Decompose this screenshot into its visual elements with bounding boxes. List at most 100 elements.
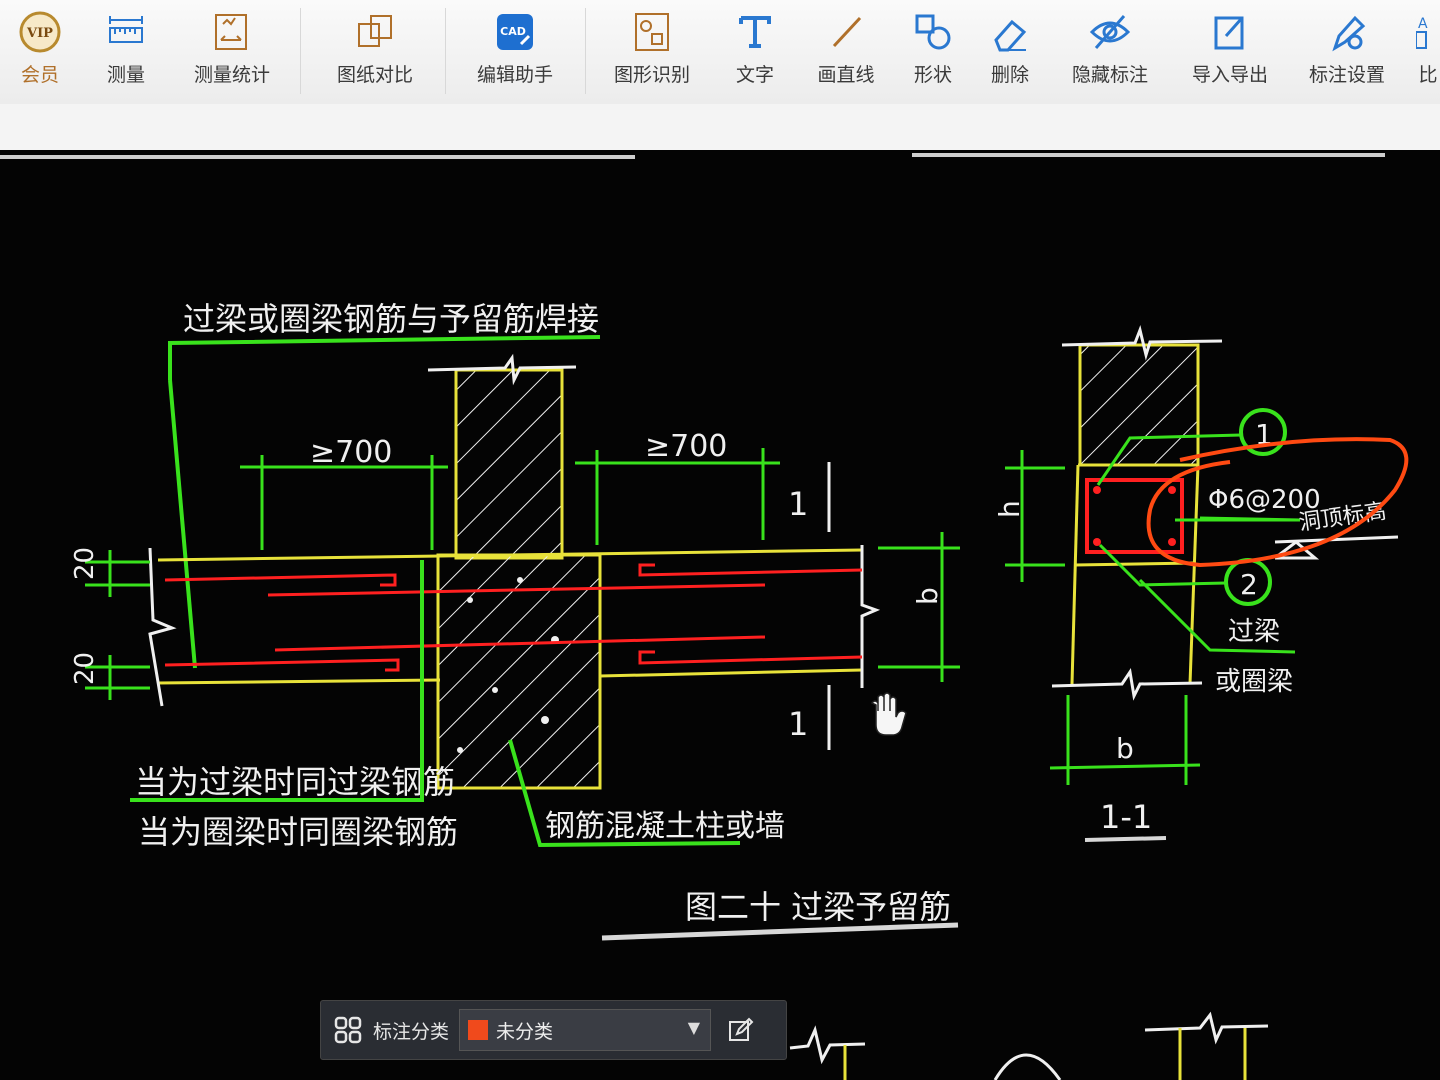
dim-20-top: 20 [70, 547, 100, 580]
concrete-dot [457, 747, 463, 753]
grid-icon[interactable] [333, 1015, 363, 1045]
section-mark-bottom: 1 [788, 705, 808, 743]
dim-line [1049, 763, 1201, 770]
stirrup [1085, 478, 1184, 554]
text-tool-label: 文字 [735, 64, 774, 86]
more-label: 比 [1418, 64, 1438, 86]
hide-annotation-button[interactable]: 隐藏标注 [1060, 6, 1160, 98]
shape-icon [915, 14, 951, 50]
text-icon [739, 16, 771, 48]
annotation-category-bar: 标注分类 未分类 ▼ [320, 1000, 787, 1060]
dim-right-text: ≥700 [645, 429, 727, 464]
cad-edit-icon: CAD [497, 14, 533, 50]
annotation-category-select[interactable]: 未分类 ▼ [459, 1009, 712, 1051]
delete-label: 删除 [990, 64, 1029, 86]
cad-drawing: 过梁或圈梁钢筋与予留筋焊接 ≥700 ≥700 20 20 1 1 b 当为过梁… [0, 153, 1409, 1080]
beam-bottom-line [599, 668, 863, 678]
import-export-button[interactable]: 导入导出 [1180, 6, 1280, 98]
column-note: 钢筋混凝土柱或墙 [545, 809, 785, 844]
delete-button[interactable]: 删除 [982, 6, 1038, 98]
section-h-label: h [993, 500, 1026, 518]
rebar [638, 563, 863, 577]
figure-title: 图二十 过梁予留筋 [685, 888, 951, 926]
dim-left-text: ≥700 [310, 435, 392, 470]
toolbar-separator [585, 8, 586, 94]
shape-recognition-label: 图形识别 [613, 64, 690, 86]
vip-member-button[interactable]: VIP 会员 [10, 6, 70, 98]
bubble-2-text: 2 [1240, 568, 1258, 601]
figure-title-underline [601, 922, 959, 941]
section-title: 1-1 [1100, 798, 1152, 836]
rebar-dot [1168, 486, 1176, 494]
top-toolbar: VIP 会员 测量 测量统计 图纸对比 CAD 编辑助手 图形识别 文字 画直线… [0, 0, 1440, 105]
stats-icon [215, 14, 247, 50]
compare-label: 图纸对比 [336, 64, 413, 86]
ruler-icon [109, 16, 143, 43]
edit-assist-label: 编辑助手 [476, 64, 553, 86]
hide-annotation-label: 隐藏标注 [1071, 64, 1148, 86]
section-mark-top: 1 [788, 485, 808, 523]
rebar [638, 650, 863, 665]
dim-20-bottom: 20 [70, 652, 100, 685]
more-button[interactable]: A 比 [1416, 6, 1440, 98]
toolbar-separator [445, 8, 446, 94]
rebar-dot [1168, 538, 1176, 546]
eraser-icon [994, 19, 1027, 52]
draw-line-button[interactable]: 画直线 [808, 6, 884, 98]
category-color-swatch [468, 1020, 489, 1040]
concrete-dot [541, 716, 549, 724]
toolbar-separator [300, 8, 301, 94]
compare-a-icon: A [1416, 16, 1428, 49]
rebar [164, 658, 400, 672]
annotation-settings-label: 标注设置 [1308, 64, 1385, 86]
break-line [860, 545, 881, 688]
section-wall [1078, 343, 1200, 467]
annotation-category-label: 标注分类 [373, 1020, 450, 1043]
svg-text:CAD: CAD [500, 25, 526, 38]
shape-tool-button[interactable]: 形状 [905, 6, 961, 98]
concrete-dot [517, 577, 523, 583]
import-export-icon [1214, 16, 1244, 50]
edit-category-button[interactable] [721, 1010, 761, 1050]
measure-stats-label: 测量统计 [193, 64, 270, 86]
hand-cursor-icon [870, 692, 907, 736]
drawing-canvas[interactable]: 过梁或圈梁钢筋与予留筋焊接 ≥700 ≥700 20 20 1 1 b 当为过梁… [0, 150, 1440, 1080]
section-title-underline [1084, 836, 1167, 842]
edit-icon [729, 1017, 754, 1041]
chevron-down-icon: ▼ [687, 1018, 701, 1037]
lintel-note-2: 或圈梁 [1215, 667, 1293, 697]
rebar-spec-leader [1175, 516, 1301, 522]
text-tool-button[interactable]: 文字 [727, 6, 783, 98]
lintel-note-1: 过梁 [1228, 617, 1280, 647]
weld-note: 过梁或圈梁钢筋与予留筋焊接 [183, 300, 599, 338]
break-line [1144, 1011, 1269, 1045]
weld-note-leader [168, 379, 197, 669]
section-b-label: b [1116, 732, 1134, 765]
pen-gear-icon [1332, 15, 1366, 52]
shape-recognition-button[interactable]: 图形识别 [602, 6, 702, 98]
section-beam-side [1070, 464, 1080, 685]
concrete-dot [492, 687, 498, 693]
annotation-category-value: 未分类 [496, 1020, 554, 1043]
compare-button[interactable]: 图纸对比 [325, 6, 425, 98]
line-icon [832, 16, 862, 48]
measure-label: 测量 [106, 64, 145, 86]
break-line [789, 1025, 866, 1065]
concrete-dot [467, 597, 473, 603]
measure-stats-button[interactable]: 测量统计 [182, 6, 282, 98]
eye-slash-icon [1089, 15, 1131, 49]
annotation-settings-button[interactable]: 标注设置 [1297, 6, 1397, 98]
import-export-label: 导入导出 [1191, 64, 1268, 86]
section-beam-side [1188, 464, 1200, 685]
vip-icon: VIP [19, 11, 61, 53]
note-ring: 当为圈梁时同圈梁钢筋 [138, 813, 458, 851]
shape-recognition-icon [635, 13, 669, 51]
toolbar-gap [0, 104, 1440, 152]
measure-button[interactable]: 测量 [96, 6, 156, 98]
break-line [1051, 668, 1203, 701]
edit-assist-button[interactable]: CAD 编辑助手 [465, 6, 565, 98]
rebar-dot [1093, 486, 1101, 494]
rebar-dot [1093, 538, 1101, 546]
vip-label: 会员 [20, 64, 59, 86]
rebar [164, 573, 397, 587]
